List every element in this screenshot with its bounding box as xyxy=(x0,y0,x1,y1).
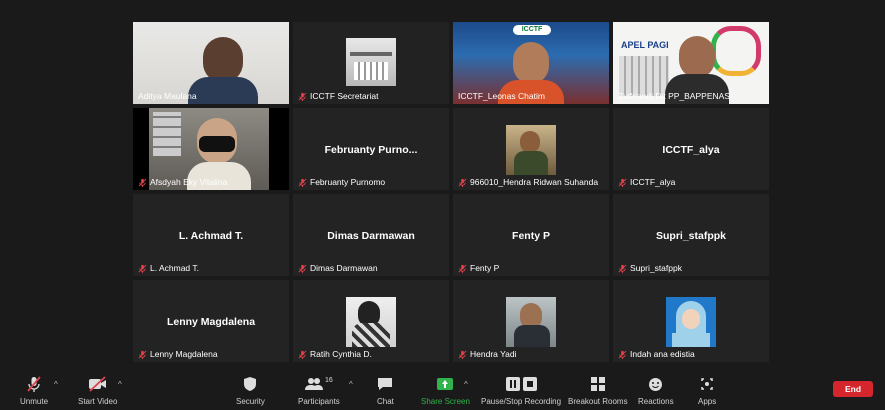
participants-icon xyxy=(305,378,323,390)
end-meeting-button[interactable]: End xyxy=(833,381,873,397)
share-options-caret[interactable]: ^ xyxy=(464,380,468,389)
shield-icon xyxy=(244,377,257,391)
participants-button[interactable]: 16 Participants xyxy=(298,374,340,407)
mic-muted-icon xyxy=(138,350,147,359)
reactions-button[interactable]: Reactions xyxy=(638,374,674,406)
participant-name: Ratih Cynthia D. xyxy=(295,348,375,360)
participant-name: Zulfriandi Dit PP_BAPPENAS xyxy=(618,91,730,101)
mic-muted-icon xyxy=(458,350,467,359)
participant-name: Indah ana edistia xyxy=(615,348,698,360)
participant-display-name: Supri_stafppk xyxy=(655,230,726,242)
mic-muted-icon xyxy=(618,350,627,359)
apps-icon xyxy=(701,378,713,390)
participant-display-name: Fenty P xyxy=(512,230,550,242)
share-screen-button[interactable]: Share Screen xyxy=(421,374,470,406)
stop-icon xyxy=(522,377,537,391)
mic-muted-icon xyxy=(618,264,627,273)
mic-muted-icon xyxy=(298,264,307,273)
participant-tile[interactable]: L. Achmad T. L. Achmad T. xyxy=(133,194,289,276)
chat-label: Chat xyxy=(377,397,394,406)
unmute-label: Unmute xyxy=(20,397,49,406)
smiley-icon xyxy=(649,377,663,391)
apps-button[interactable]: Apps xyxy=(698,374,716,406)
icctf-badge: ICCTF xyxy=(513,25,551,35)
participant-name: ICCTF_alya xyxy=(615,176,678,188)
participant-tile[interactable]: ICCTF_alya ICCTF_alya xyxy=(613,108,769,190)
participant-name: Afsdyah Eky Vitalina xyxy=(135,176,230,188)
breakout-rooms-label: Breakout Rooms xyxy=(568,397,628,406)
participant-tile[interactable]: Indah ana edistia xyxy=(613,280,769,362)
participant-name: Fenty P xyxy=(455,262,502,274)
participant-tile[interactable]: Fenty P Fenty P xyxy=(453,194,609,276)
video-gallery: Aditya Maulana ICCTF Secretariat ICCTF I… xyxy=(0,0,885,372)
participant-display-name: L. Achmad T. xyxy=(178,230,244,242)
participant-name: Supri_stafppk xyxy=(615,262,685,274)
participants-label: Participants xyxy=(298,397,340,406)
participant-name: ICCTF_Leonas Chatim xyxy=(458,91,545,101)
profile-photo xyxy=(506,125,556,175)
participant-tile[interactable]: ICCTF Secretariat xyxy=(293,22,449,104)
participant-tile[interactable]: Ratih Cynthia D. xyxy=(293,280,449,362)
share-screen-label: Share Screen xyxy=(421,397,470,406)
reactions-label: Reactions xyxy=(638,397,674,406)
chat-button[interactable]: Chat xyxy=(377,374,394,406)
participant-tile[interactable]: 966010_Hendra Ridwan Suhanda xyxy=(453,108,609,190)
mic-muted-icon xyxy=(458,264,467,273)
profile-photo xyxy=(506,297,556,347)
participant-display-name: ICCTF_alya xyxy=(662,144,720,156)
security-label: Security xyxy=(236,397,265,406)
mic-muted-icon xyxy=(138,178,147,187)
unmute-button[interactable]: Unmute xyxy=(20,374,48,406)
recording-label: Pause/Stop Recording xyxy=(481,397,562,406)
participant-name: Februanty Purnomo xyxy=(295,176,388,188)
apps-label: Apps xyxy=(698,397,717,406)
security-button[interactable]: Security xyxy=(236,374,265,406)
participant-grid: Aditya Maulana ICCTF Secretariat ICCTF I… xyxy=(133,22,770,366)
participant-name: 966010_Hendra Ridwan Suhanda xyxy=(455,176,601,188)
participants-count: 16 xyxy=(325,376,333,384)
participant-tile[interactable]: Afsdyah Eky Vitalina xyxy=(133,108,289,190)
recording-button[interactable]: Pause/Stop Recording xyxy=(481,374,561,406)
participant-tile[interactable]: ICCTF ICCTF_Leonas Chatim xyxy=(453,22,609,104)
banner-text: APEL PAGI xyxy=(621,40,669,50)
participant-name: Lenny Magdalena xyxy=(135,348,221,360)
participant-name: Aditya Maulana xyxy=(138,91,197,101)
participant-name: ICCTF Secretariat xyxy=(295,90,382,102)
meeting-toolbar: Unmute ^ Start Video ^ Security 16 Parti… xyxy=(0,372,885,410)
participant-tile-active-speaker[interactable]: APEL PAGI Zulfriandi Dit PP_BAPPENAS xyxy=(613,22,769,104)
audio-options-caret[interactable]: ^ xyxy=(54,380,58,389)
mic-muted-icon xyxy=(618,178,627,187)
participant-display-name: Februanty Purno... xyxy=(324,144,418,156)
video-off-icon xyxy=(88,376,106,392)
share-screen-icon xyxy=(437,378,454,390)
mic-muted-icon xyxy=(138,264,147,273)
participant-tile[interactable]: Supri_stafppk Supri_stafppk xyxy=(613,194,769,276)
participant-name: L. Achmad T. xyxy=(135,262,202,274)
start-video-button[interactable]: Start Video xyxy=(78,374,117,406)
mic-muted-icon xyxy=(27,376,41,392)
breakout-rooms-icon xyxy=(590,377,605,391)
pause-icon xyxy=(505,377,520,391)
mic-muted-icon xyxy=(458,178,467,187)
start-video-label: Start Video xyxy=(78,397,118,406)
participant-tile[interactable]: Februanty Purno... Februanty Purnomo xyxy=(293,108,449,190)
participant-tile[interactable]: Lenny Magdalena Lenny Magdalena xyxy=(133,280,289,362)
breakout-rooms-button[interactable]: Breakout Rooms xyxy=(568,374,628,406)
mic-muted-icon xyxy=(298,350,307,359)
video-options-caret[interactable]: ^ xyxy=(118,380,122,389)
participant-tile[interactable]: Aditya Maulana xyxy=(133,22,289,104)
participant-name: Hendra Yadi xyxy=(455,348,519,360)
mic-muted-icon xyxy=(298,92,307,101)
participant-name: Dimas Darmawan xyxy=(295,262,381,274)
participants-options-caret[interactable]: ^ xyxy=(349,380,353,389)
participant-tile[interactable]: Hendra Yadi xyxy=(453,280,609,362)
participant-display-name: Dimas Darmawan xyxy=(327,230,415,242)
participant-display-name: Lenny Magdalena xyxy=(166,316,256,328)
profile-photo xyxy=(666,297,716,347)
participant-tile[interactable]: Dimas Darmawan Dimas Darmawan xyxy=(293,194,449,276)
profile-photo xyxy=(346,297,396,347)
chat-icon xyxy=(378,378,393,390)
mic-muted-icon xyxy=(298,178,307,187)
